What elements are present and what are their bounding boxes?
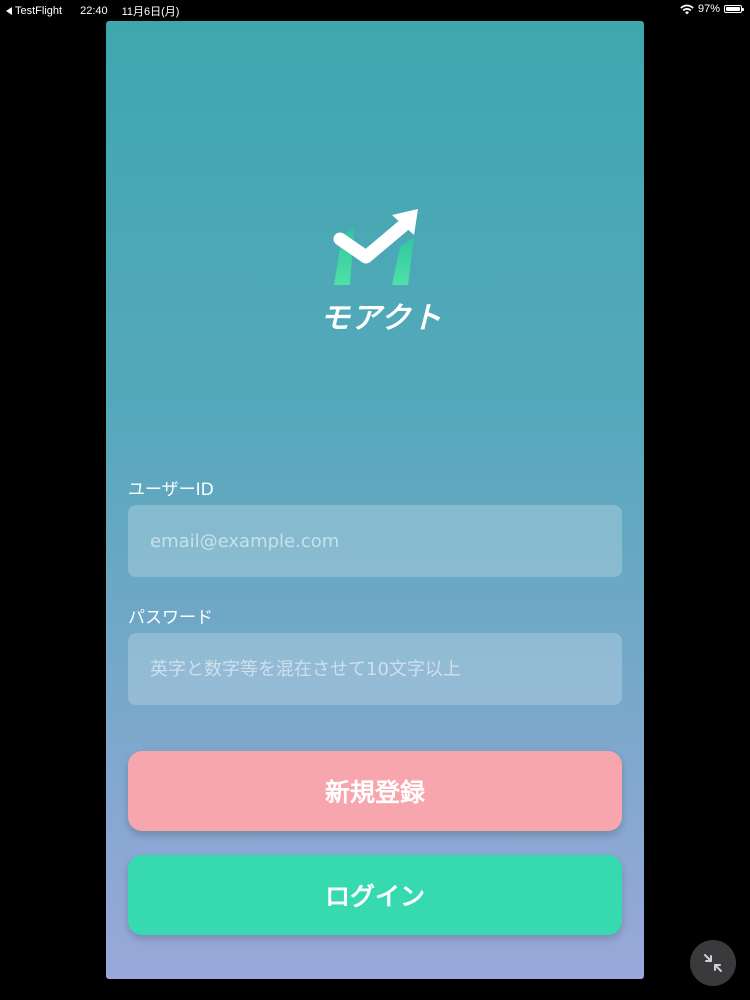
logo-m-arrow-icon: [333, 209, 418, 285]
status-bar: TestFlight 22:40 11月6日(月) 97%: [0, 0, 750, 20]
login-button[interactable]: ログイン: [128, 855, 622, 935]
status-date: 11月6日(月): [121, 6, 180, 18]
user-id-label: ユーザーID: [128, 480, 214, 500]
app-screen: モアクト ユーザーID パスワード 新規登録 ログイン: [106, 21, 644, 979]
password-label: パスワード: [128, 608, 213, 628]
status-time: 22:40: [80, 5, 108, 17]
back-arrow-icon[interactable]: [6, 7, 12, 15]
battery-fill: [726, 7, 740, 11]
minimize-arrows-icon: [704, 954, 722, 972]
status-right: 97%: [680, 3, 744, 15]
back-app-link[interactable]: TestFlight: [15, 5, 62, 17]
status-left: TestFlight 22:40 11月6日(月): [6, 3, 179, 19]
wifi-icon: [680, 4, 694, 14]
battery-percent: 97%: [697, 3, 720, 15]
register-button[interactable]: 新規登録: [128, 751, 622, 831]
logo-text: モアクト: [320, 301, 443, 336]
battery-icon: [724, 5, 744, 13]
minimize-button[interactable]: [690, 940, 736, 986]
password-input[interactable]: [128, 633, 622, 705]
app-logo: モアクト: [320, 207, 443, 337]
user-id-input[interactable]: [128, 505, 622, 577]
